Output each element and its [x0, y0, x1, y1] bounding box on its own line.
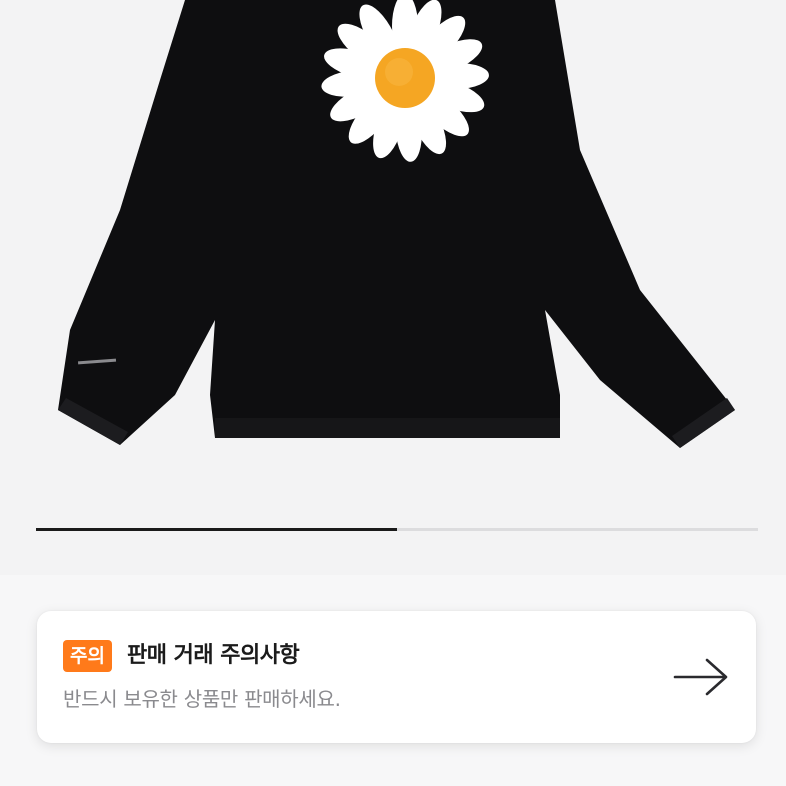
shirt-hem	[215, 418, 560, 438]
warning-badge: 주의	[63, 640, 112, 672]
notice-description: 반드시 보유한 상품만 판매하세요.	[63, 687, 341, 711]
notice-title: 판매 거래 주의사항	[127, 643, 300, 668]
carousel-progress-bar[interactable]	[36, 528, 758, 531]
arrow-right-icon	[673, 658, 728, 696]
notice-arrow-button[interactable]	[671, 651, 731, 703]
trade-notice-card[interactable]: 주의 판매 거래 주의사항 반드시 보유한 상품만 판매하세요.	[37, 611, 756, 743]
product-image-carousel[interactable]	[0, 0, 786, 575]
carousel-progress-fill	[36, 528, 397, 531]
product-photo	[58, 0, 735, 448]
